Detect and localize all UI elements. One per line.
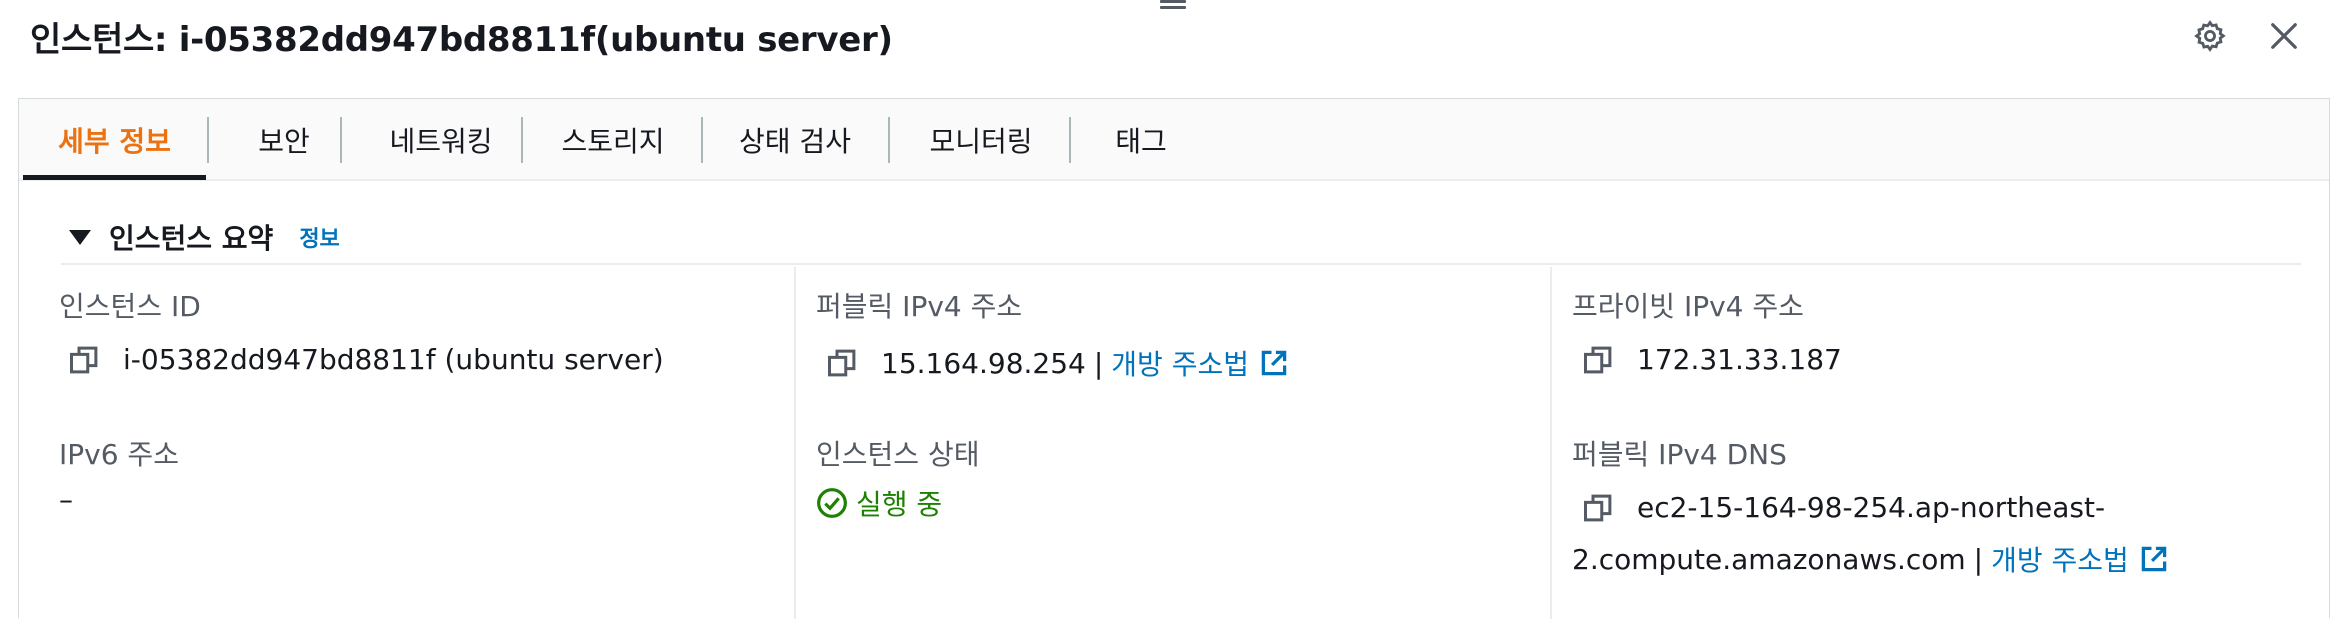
tab-monitoring[interactable]: 모니터링 xyxy=(890,99,1072,181)
check-circle-icon xyxy=(817,488,847,518)
summary-header[interactable]: 인스턴스 요약 정보 xyxy=(69,217,340,257)
public-ipv4-open-link[interactable]: 개방 주소법 xyxy=(1111,343,1289,383)
open-address-label: 개방 주소법 xyxy=(1991,544,2129,577)
public-ipv4-label: 퍼블릭 IPv4 주소 xyxy=(816,290,1023,323)
tab-bar: 세부 정보 보안 네트워킹 스토리지 상태 검사 모니터링 태그 xyxy=(19,99,2329,181)
private-ipv4-text: 172.31.33.187 xyxy=(1637,343,1842,376)
caret-down-icon[interactable] xyxy=(69,229,91,245)
open-address-label: 개방 주소법 xyxy=(1111,348,1249,381)
public-dns-value-line1: ec2-15-164-98-254.ap-northeast- xyxy=(1583,491,2105,524)
external-link-icon xyxy=(2141,546,2167,572)
ipv6-value: – xyxy=(59,483,73,516)
tab-storage[interactable]: 스토리지 xyxy=(523,99,703,181)
public-ipv4-value: 15.164.98.254 | 개방 주소법 xyxy=(827,343,1289,383)
instance-state-text: 실행 중 xyxy=(856,488,943,521)
tab-security[interactable]: 보안 xyxy=(209,99,359,181)
tab-networking[interactable]: 네트워킹 xyxy=(342,99,540,181)
public-dns-text-2: 2.compute.amazonaws.com xyxy=(1572,542,1966,576)
public-dns-text-1: ec2-15-164-98-254.ap-northeast- xyxy=(1637,491,2106,524)
instance-details-panel: 세부 정보 보안 네트워킹 스토리지 상태 검사 모니터링 태그 인스턴스 요약… xyxy=(18,98,2330,619)
tab-tags[interactable]: 태그 xyxy=(1071,99,1211,181)
copy-icon[interactable] xyxy=(69,345,99,375)
instance-state-label: 인스턴스 상태 xyxy=(816,438,980,471)
page-title: 인스턴스: i-05382dd947bd8811f(ubuntu server) xyxy=(30,20,893,60)
gear-icon xyxy=(2194,20,2226,52)
copy-icon[interactable] xyxy=(827,348,857,378)
summary-title: 인스턴스 요약 xyxy=(109,222,274,255)
ipv6-label: IPv6 주소 xyxy=(59,438,179,471)
public-ipv4-text: 15.164.98.254 xyxy=(881,346,1086,380)
close-button[interactable] xyxy=(2262,14,2306,58)
instance-id-label: 인스턴스 ID xyxy=(59,290,201,323)
private-ipv4-value: 172.31.33.187 xyxy=(1583,343,1842,376)
public-dns-value-line2: 2.compute.amazonaws.com | 개방 주소법 xyxy=(1572,539,2169,579)
copy-icon[interactable] xyxy=(1583,345,1613,375)
instance-id-text: i-05382dd947bd8811f (ubuntu server) xyxy=(123,343,664,376)
info-link[interactable]: 정보 xyxy=(299,221,339,253)
drag-handle[interactable] xyxy=(1160,0,1186,10)
active-tab-indicator xyxy=(23,175,206,180)
external-link-icon xyxy=(1261,350,1287,376)
close-icon xyxy=(2271,23,2297,49)
private-ipv4-label: 프라이빗 IPv4 주소 xyxy=(1572,290,1804,323)
settings-button[interactable] xyxy=(2188,14,2232,58)
tab-status-checks[interactable]: 상태 검사 xyxy=(703,99,887,181)
copy-icon[interactable] xyxy=(1583,493,1613,523)
instance-state-value: 실행 중 xyxy=(816,483,942,523)
instance-id-value: i-05382dd947bd8811f (ubuntu server) xyxy=(69,343,664,376)
public-dns-label: 퍼블릭 IPv4 DNS xyxy=(1572,438,1787,471)
public-dns-open-link[interactable]: 개방 주소법 xyxy=(1991,539,2169,579)
tab-details[interactable]: 세부 정보 xyxy=(23,99,206,181)
